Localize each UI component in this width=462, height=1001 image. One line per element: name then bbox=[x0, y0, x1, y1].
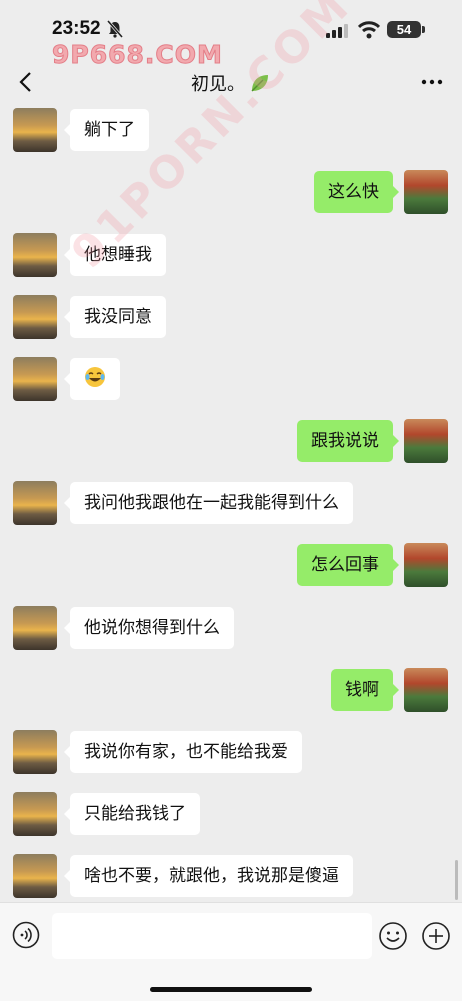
received-message-bubble[interactable]: 躺下了 bbox=[64, 109, 149, 151]
received-message-bubble[interactable]: 我没同意 bbox=[64, 296, 166, 338]
home-indicator bbox=[150, 987, 312, 992]
input-bar bbox=[0, 902, 462, 1001]
message-input[interactable] bbox=[52, 913, 372, 959]
scrollbar[interactable] bbox=[455, 860, 458, 900]
sent-message-bubble[interactable]: 这么快 bbox=[314, 171, 399, 213]
battery-cap bbox=[422, 26, 425, 33]
my-avatar[interactable] bbox=[404, 668, 448, 712]
wifi-icon bbox=[358, 21, 380, 39]
contact-avatar[interactable] bbox=[13, 792, 57, 836]
contact-avatar[interactable] bbox=[13, 108, 57, 152]
received-message-bubble[interactable]: 我问他我跟他在一起我能得到什么 bbox=[64, 482, 353, 524]
my-avatar[interactable] bbox=[404, 170, 448, 214]
contact-avatar[interactable] bbox=[13, 606, 57, 650]
received-message-bubble[interactable]: 啥也不要，就跟他，我说那是傻逼 bbox=[64, 855, 353, 897]
my-avatar[interactable] bbox=[404, 419, 448, 463]
contact-avatar[interactable] bbox=[13, 295, 57, 339]
status-time: 23:52 bbox=[52, 18, 101, 39]
sent-message-bubble[interactable]: 怎么回事 bbox=[297, 544, 399, 586]
received-message-bubble[interactable]: 他说你想得到什么 bbox=[64, 607, 234, 649]
voice-input-icon[interactable] bbox=[12, 921, 40, 949]
contact-avatar[interactable] bbox=[13, 233, 57, 277]
contact-avatar[interactable] bbox=[13, 730, 57, 774]
battery-indicator: 54 bbox=[387, 21, 421, 38]
emoji-button-icon[interactable] bbox=[378, 921, 408, 951]
contact-avatar[interactable] bbox=[13, 481, 57, 525]
contact-avatar[interactable] bbox=[13, 854, 57, 898]
received-emoji-bubble[interactable] bbox=[64, 358, 120, 400]
received-message-bubble[interactable]: 我说你有家，也不能给我爱 bbox=[64, 731, 302, 773]
more-options-icon[interactable] bbox=[420, 70, 444, 94]
sent-message-bubble[interactable]: 跟我说说 bbox=[297, 420, 399, 462]
contact-avatar[interactable] bbox=[13, 357, 57, 401]
plus-button-icon[interactable] bbox=[421, 921, 451, 951]
my-avatar[interactable] bbox=[404, 543, 448, 587]
laughing-tears-emoji-icon bbox=[85, 367, 105, 387]
sent-message-bubble[interactable]: 钱啊 bbox=[331, 669, 399, 711]
received-message-bubble[interactable]: 只能给我钱了 bbox=[64, 793, 200, 835]
bell-muted-icon bbox=[107, 20, 123, 38]
